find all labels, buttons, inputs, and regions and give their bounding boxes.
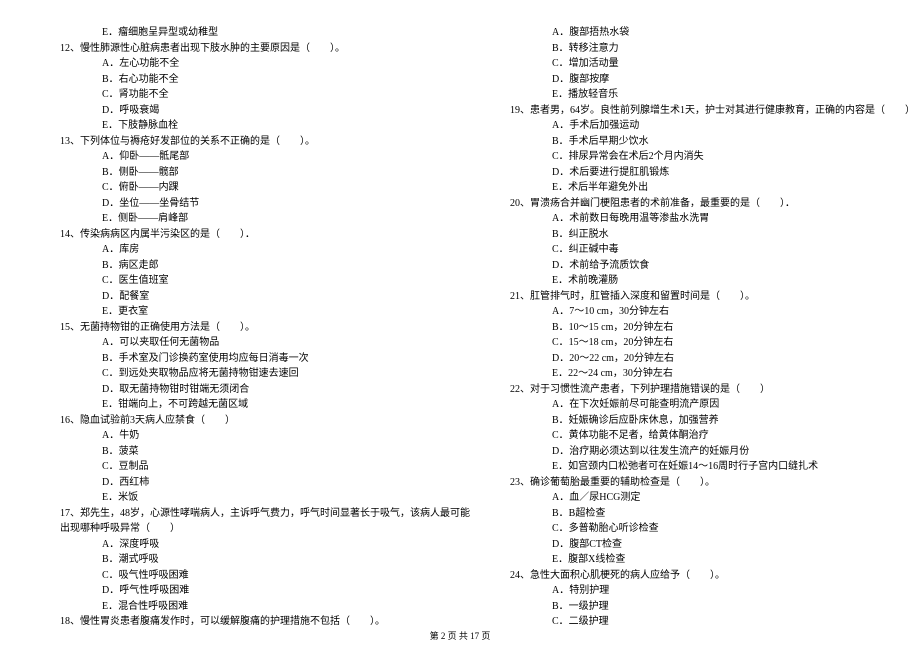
option-line: E．如宫颈内口松弛者可在妊娠14～16周时行子宫内口缝扎术: [552, 459, 915, 475]
option-line: A．牛奶: [102, 428, 470, 444]
option-line: C．到远处夹取物品应将无菌持物钳速去速回: [102, 366, 470, 382]
option-line: C．肾功能不全: [102, 87, 470, 103]
option-line: B．病区走郎: [102, 258, 470, 274]
option-line: B．右心功能不全: [102, 72, 470, 88]
option-line: A．腹部捂热水袋: [552, 25, 915, 41]
option-line: D．腹部CT检查: [552, 537, 915, 553]
question-line: 23、确诊葡萄胎最重要的辅助检查是（ ）。: [510, 475, 915, 491]
option-line: A．库房: [102, 242, 470, 258]
option-line: C．多普勒胎心听诊检查: [552, 521, 915, 537]
option-line: E．钳端向上，不可跨越无菌区域: [102, 397, 470, 413]
option-line: A．可以夹取任何无菌物品: [102, 335, 470, 351]
option-line: A．术前数日每晚用温等渗盐水洗胃: [552, 211, 915, 227]
option-line: B．潮式呼吸: [102, 552, 470, 568]
option-line: B．侧卧——髋部: [102, 165, 470, 181]
question-line: 出现哪种呼吸异常（ ）: [60, 521, 470, 537]
option-line: D．配餐室: [102, 289, 470, 305]
option-line: D．取无菌持物钳时钳端无须闭合: [102, 382, 470, 398]
question-line: 22、对于习惯性流产患者，下列护理措施错误的是（ ）: [510, 382, 915, 398]
option-line: E．22～24 cm，30分钟左右: [552, 366, 915, 382]
question-line: 21、肛管排气时，肛管插入深度和留置时间是（ ）。: [510, 289, 915, 305]
option-line: A．仰卧——骶尾部: [102, 149, 470, 165]
option-line: C．医生值班室: [102, 273, 470, 289]
option-line: A．血／尿HCG测定: [552, 490, 915, 506]
option-line: A．特别护理: [552, 583, 915, 599]
question-line: 13、下列体位与褥疮好发部位的关系不正确的是（ ）。: [60, 134, 470, 150]
option-line: E．混合性呼吸困难: [102, 599, 470, 615]
question-line: 16、隐血试验前3天病人应禁食（ ）: [60, 413, 470, 429]
option-line: C．俯卧——内踝: [102, 180, 470, 196]
question-line: 14、传染病病区内属半污染区的是（ ）．: [60, 227, 470, 243]
option-line: C．15～18 cm，20分钟左右: [552, 335, 915, 351]
option-line: B．妊娠确诊后应卧床休息，加强营养: [552, 413, 915, 429]
option-line: A．深度呼吸: [102, 537, 470, 553]
question-line: 15、无菌持物钳的正确使用方法是（ ）。: [60, 320, 470, 336]
option-line: B．B超检查: [552, 506, 915, 522]
option-line: D．20～22 cm，20分钟左右: [552, 351, 915, 367]
option-line: D．腹部按摩: [552, 72, 915, 88]
option-line: B．菠菜: [102, 444, 470, 460]
option-line: D．坐位——坐骨结节: [102, 196, 470, 212]
option-line: E．侧卧——肩峰部: [102, 211, 470, 227]
option-line: B．一级护理: [552, 599, 915, 615]
option-line: C．吸气性呼吸困难: [102, 568, 470, 584]
option-line: D．术前给予流质饮食: [552, 258, 915, 274]
option-line: D．呼气性呼吸困难: [102, 583, 470, 599]
question-line: 12、慢性肺源性心脏病患者出现下肢水肿的主要原因是（ ）。: [60, 41, 470, 57]
option-line: D．西红柿: [102, 475, 470, 491]
left-column: E．瘤细胞呈异型或幼稚型12、慢性肺源性心脏病患者出现下肢水肿的主要原因是（ ）…: [60, 25, 470, 615]
option-line: A．7～10 cm，30分钟左右: [552, 304, 915, 320]
option-line: C．豆制品: [102, 459, 470, 475]
page-footer: 第 2 页 共 17 页: [0, 629, 920, 642]
question-line: 18、慢性胃炎患者腹痛发作时，可以缓解腹痛的护理措施不包括（ ）。: [60, 614, 470, 630]
right-column: A．腹部捂热水袋B．转移注意力C．增加活动量D．腹部按摩E．播放轻音乐19、患者…: [510, 25, 915, 615]
question-line: 24、急性大面积心肌梗死的病人应给予（ ）。: [510, 568, 915, 584]
question-line: 17、郑先生，48岁，心源性哮喘病人，主诉呼气费力，呼气时间显著长于吸气，该病人…: [60, 506, 470, 522]
option-line: C．黄体功能不足者，给黄体酮治疗: [552, 428, 915, 444]
option-line: D．呼吸衰竭: [102, 103, 470, 119]
question-line: 19、患者男，64岁。良性前列腺增生术1天，护士对其进行健康教育，正确的内容是（…: [510, 103, 915, 119]
question-line: 20、胃溃疡合并幽门梗阻患者的术前准备，最重要的是（ ）．: [510, 196, 915, 212]
option-line: C．排尿异常会在术后2个月内消失: [552, 149, 915, 165]
option-line: B．转移注意力: [552, 41, 915, 57]
option-line: E．下肢静脉血栓: [102, 118, 470, 134]
option-line: B．手术后早期少饮水: [552, 134, 915, 150]
option-line: A．手术后加强运动: [552, 118, 915, 134]
option-line: A．左心功能不全: [102, 56, 470, 72]
option-line: B．10～15 cm，20分钟左右: [552, 320, 915, 336]
option-line: D．治疗期必须达到以往发生流产的妊娠月份: [552, 444, 915, 460]
option-line: B．手术室及门诊换药室使用均应每日消毒一次: [102, 351, 470, 367]
option-line: A．在下次妊娠前尽可能查明流产原因: [552, 397, 915, 413]
option-line: E．腹部X线检查: [552, 552, 915, 568]
option-line: E．米饭: [102, 490, 470, 506]
option-line: E．瘤细胞呈异型或幼稚型: [102, 25, 470, 41]
option-line: E．更衣室: [102, 304, 470, 320]
option-line: E．术后半年避免外出: [552, 180, 915, 196]
option-line: D．术后要进行提肛肌锻炼: [552, 165, 915, 181]
option-line: E．播放轻音乐: [552, 87, 915, 103]
option-line: C．增加活动量: [552, 56, 915, 72]
option-line: C．纠正碱中毒: [552, 242, 915, 258]
option-line: C．二级护理: [552, 614, 915, 630]
option-line: B．纠正脱水: [552, 227, 915, 243]
option-line: E．术前晚灌肠: [552, 273, 915, 289]
